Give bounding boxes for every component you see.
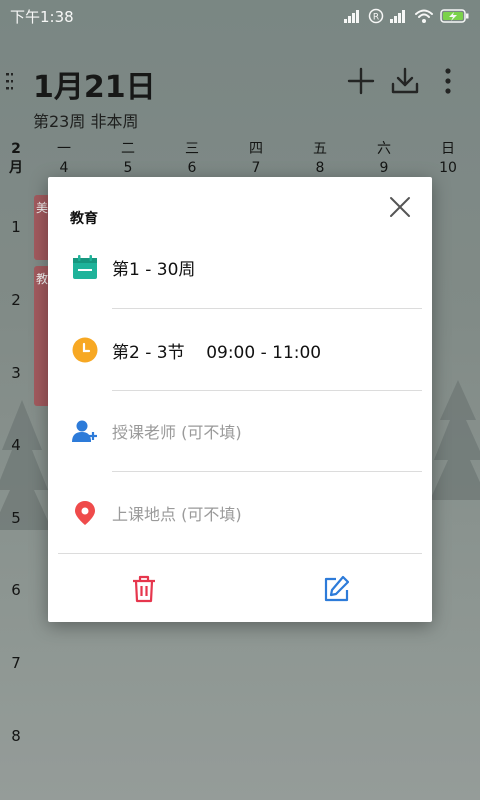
weeks-row[interactable]: 第1 - 30周 <box>72 247 422 287</box>
divider <box>58 553 422 554</box>
divider <box>112 471 422 472</box>
teacher-row[interactable]: 授课老师 (可不填) <box>72 411 422 451</box>
person-add-icon <box>72 418 98 444</box>
calendar-icon <box>72 254 98 280</box>
close-icon[interactable] <box>388 195 412 219</box>
trash-icon[interactable] <box>131 575 157 603</box>
clock-icon <box>72 337 98 363</box>
course-detail-dialog: 教育 第1 - 30周 第2 - 3节 09:00 - 11:00 授课老师 (… <box>48 177 432 622</box>
location-row[interactable]: 上课地点 (可不填) <box>72 493 422 533</box>
teacher-input[interactable]: 授课老师 (可不填) <box>112 419 242 443</box>
dialog-title: 教育 <box>70 211 98 227</box>
edit-icon[interactable] <box>323 575 349 603</box>
location-pin-icon <box>72 500 98 526</box>
weeks-value: 第1 - 30周 <box>112 259 196 280</box>
time-row[interactable]: 第2 - 3节 09:00 - 11:00 <box>72 330 422 370</box>
time-value: 第2 - 3节 09:00 - 11:00 <box>112 342 322 363</box>
divider <box>112 308 422 309</box>
location-input[interactable]: 上课地点 (可不填) <box>112 501 242 525</box>
divider <box>112 390 422 391</box>
